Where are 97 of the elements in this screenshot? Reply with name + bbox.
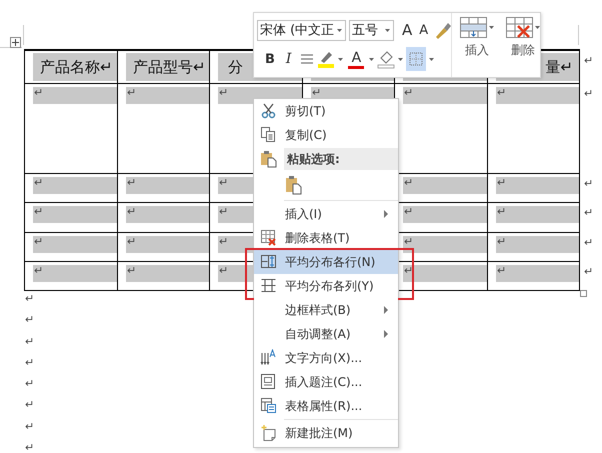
column-header: 产品型号↵ [132, 58, 206, 76]
paragraph-mark: ↵ [126, 177, 136, 188]
row-end-mark: ↵ [584, 236, 594, 249]
caret-icon [535, 26, 540, 29]
row-end-mark: ↵ [584, 87, 594, 100]
paragraph-mark: ↵ [218, 87, 228, 98]
table-properties-icon [260, 397, 276, 415]
paragraph-mark: ↵ [403, 206, 414, 217]
copy-icon [260, 126, 276, 144]
paragraph-mark: ↵ [126, 265, 136, 276]
insert-button[interactable]: 插入 [458, 17, 496, 77]
paragraph-mark: ↵ [403, 87, 414, 98]
align-icon[interactable] [300, 52, 314, 66]
paragraph-mark: ↵ [25, 443, 34, 453]
menu-item[interactable]: 插入(I) [254, 202, 398, 226]
paragraph-mark: ↵ [496, 265, 506, 276]
paragraph-mark: ↵ [496, 236, 506, 247]
text-direction-icon [260, 349, 276, 367]
menu-item[interactable]: 文字方向(X)... [254, 346, 398, 370]
paragraph-mark: ↵ [33, 87, 44, 98]
font-color-button[interactable]: A [346, 47, 366, 71]
paragraph-mark: ↵ [25, 422, 34, 432]
grow-font-button[interactable]: A [400, 19, 414, 41]
submenu-arrow-icon [384, 306, 388, 314]
caret-icon [369, 58, 374, 60]
paragraph-mark: ↵ [25, 294, 34, 304]
paragraph-mark: ↵ [403, 265, 414, 276]
comment-icon [260, 424, 276, 442]
insert-table-icon [460, 17, 488, 38]
menu-item[interactable]: 表格属性(R)... [254, 394, 398, 418]
paragraph-mark: ↵ [25, 400, 34, 410]
clipboard-icon [285, 175, 302, 195]
paragraph-mark: ↵ [311, 87, 322, 98]
caret-icon [338, 58, 344, 60]
scissors-icon [260, 102, 276, 120]
paragraph-mark: ↵ [25, 358, 34, 368]
paragraph-mark: ↵ [126, 87, 136, 98]
caret-icon [489, 26, 494, 29]
paragraph-mark: ↵ [33, 265, 44, 276]
caption-icon [260, 373, 276, 391]
table-resize-handle-icon[interactable] [580, 290, 587, 297]
paragraph-mark: ↵ [403, 236, 414, 247]
paste-option-button[interactable] [284, 174, 303, 196]
row-end-mark: ↵ [584, 54, 594, 67]
font-size-field[interactable]: 五号 [349, 20, 394, 40]
paragraph-mark: ↵ [25, 315, 34, 326]
paragraph-mark: ↵ [25, 379, 34, 390]
row-end-mark: ↵ [584, 265, 594, 278]
menu-item[interactable]: 自动调整(A) [254, 322, 398, 346]
paragraph-mark: ↵ [33, 236, 44, 247]
paragraph-mark: ↵ [218, 236, 228, 247]
caret-icon [337, 28, 342, 32]
distribute-rows-icon [260, 253, 276, 271]
delete-table-icon [506, 17, 534, 38]
menu-item[interactable]: 剪切(T) [254, 99, 398, 123]
column-header: 量↵ [544, 58, 574, 76]
shading-icon[interactable] [377, 49, 396, 69]
format-painter-icon[interactable] [433, 21, 452, 39]
caret-icon [398, 58, 404, 60]
submenu-arrow-icon [384, 330, 388, 338]
menu-item[interactable]: 删除表格(T) [254, 226, 398, 250]
row-end-mark: ↵ [584, 206, 594, 219]
bold-button[interactable]: B [263, 48, 277, 70]
delete-button[interactable]: 删除 [504, 17, 542, 77]
italic-button[interactable]: I [284, 48, 294, 70]
row-end-mark: ↵ [584, 177, 594, 190]
paragraph-mark: ↵ [496, 177, 506, 188]
paragraph-mark: ↵ [403, 177, 414, 188]
clipboard-icon [260, 150, 277, 168]
font-name-field[interactable]: 宋体 (中文正 [257, 20, 346, 40]
column-header: 分 [227, 58, 243, 76]
menu-item[interactable]: 边框样式(B) [254, 298, 398, 322]
highlight-icon[interactable] [317, 49, 336, 69]
paragraph-mark: ↵ [218, 177, 228, 188]
distribute-columns-icon [260, 277, 276, 295]
menu-item[interactable]: 插入题注(C)... [254, 370, 398, 394]
submenu-arrow-icon [384, 210, 388, 218]
paragraph-mark: ↵ [126, 236, 136, 247]
caret-icon [429, 58, 434, 60]
paragraph-mark: ↵ [25, 336, 34, 347]
paragraph-mark: ↵ [218, 206, 228, 217]
paragraph-mark: ↵ [33, 177, 44, 188]
shrink-font-button[interactable]: A [417, 19, 430, 41]
caret-icon [385, 28, 390, 32]
delete-table-icon [260, 229, 276, 247]
borders-icon [409, 52, 424, 66]
paragraph-mark: ↵ [33, 206, 44, 217]
menu-item[interactable]: 复制(C) [254, 123, 398, 147]
column-header: 产品名称↵ [39, 58, 113, 76]
paragraph-mark: ↵ [496, 87, 506, 98]
menu-item[interactable]: 新建批注(M) [254, 421, 398, 445]
borders-button[interactable] [406, 47, 426, 71]
paragraph-mark: ↵ [126, 206, 136, 217]
table-move-handle-icon[interactable] [10, 37, 21, 48]
menu-section-header: 粘贴选项: [284, 148, 398, 170]
paragraph-mark: ↵ [218, 265, 228, 276]
paragraph-mark: ↵ [496, 206, 506, 217]
